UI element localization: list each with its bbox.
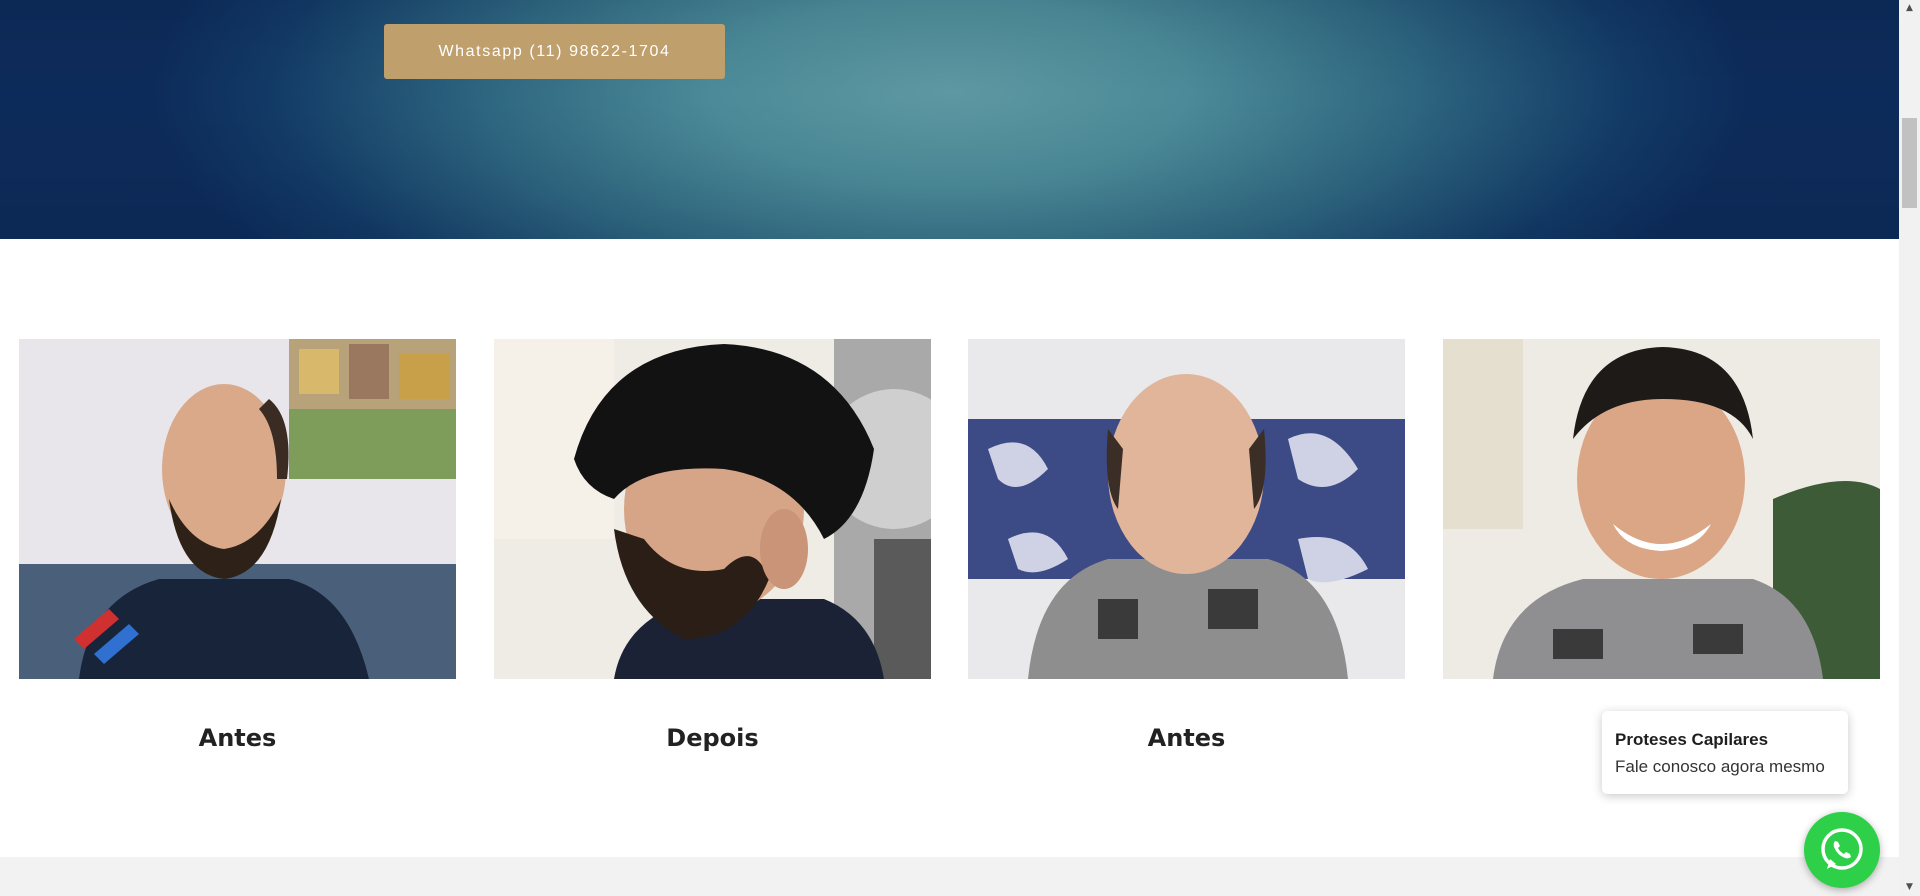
whatsapp-float-button[interactable] [1804,812,1880,888]
gallery-caption: Antes [1147,724,1226,752]
scroll-down-arrow-icon[interactable]: ▼ [1899,879,1920,896]
before-photo-2 [968,339,1405,679]
chat-popup-message: Fale conosco agora mesmo [1615,757,1825,776]
chat-popup-title: Proteses Capilares [1615,730,1769,749]
before-photo-1 [19,339,456,679]
next-section-band [0,857,1899,896]
vertical-scrollbar[interactable]: ▲ ▼ [1899,0,1920,896]
gallery-caption: Depois [666,724,759,752]
whatsapp-contact-button[interactable]: Whatsapp (11) 98622-1704 [384,24,725,79]
hero-banner: Whatsapp (11) 98622-1704 [0,0,1899,239]
hero-shade [0,0,1899,239]
after-photo-1 [494,339,931,679]
gallery-caption: Antes [198,724,277,752]
whatsapp-chat-popup[interactable]: Proteses Capilares Fale conosco agora me… [1602,711,1848,794]
whatsapp-icon [1821,828,1863,870]
scrollbar-thumb[interactable] [1902,118,1917,208]
scroll-up-arrow-icon[interactable]: ▲ [1899,0,1920,17]
after-photo-2 [1443,339,1880,679]
